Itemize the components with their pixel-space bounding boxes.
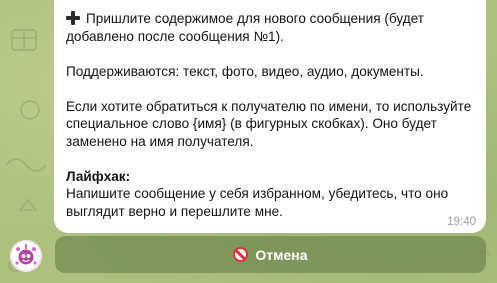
bot-message-bubble: Пришлите содержимое для нового сообщения… — [54, 0, 486, 233]
message-text: Пришлите содержимое для нового сообщения… — [86, 11, 424, 26]
cancel-button[interactable]: Отмена — [55, 236, 486, 273]
bot-logo-icon — [10, 240, 42, 272]
message-line: заменено на имя получателя. — [66, 133, 254, 149]
cancel-button-label: Отмена — [255, 246, 308, 263]
tip-title: Лайфхак: — [66, 168, 131, 184]
heavy-plus-icon — [66, 11, 80, 25]
no-entry-icon — [233, 247, 249, 262]
message-line: Напишите сообщение у себя избранном, убе… — [66, 186, 449, 201]
message-time: 19:40 — [447, 216, 476, 228]
message-line: Пришлите содержимое для нового сообщения… — [66, 10, 474, 28]
message-line: Поддерживаются: текст, фото, видео, ауди… — [66, 63, 424, 79]
message-line: выглядит верно и перешлите мне. — [66, 203, 283, 219]
message-line: специальное слово {имя} (в фигурных скоб… — [66, 116, 437, 131]
bot-avatar[interactable] — [10, 240, 42, 272]
message-line: добавлено после сообщения №1). — [66, 28, 284, 44]
message-line: Если хотите обратиться к получателю по и… — [66, 98, 472, 114]
